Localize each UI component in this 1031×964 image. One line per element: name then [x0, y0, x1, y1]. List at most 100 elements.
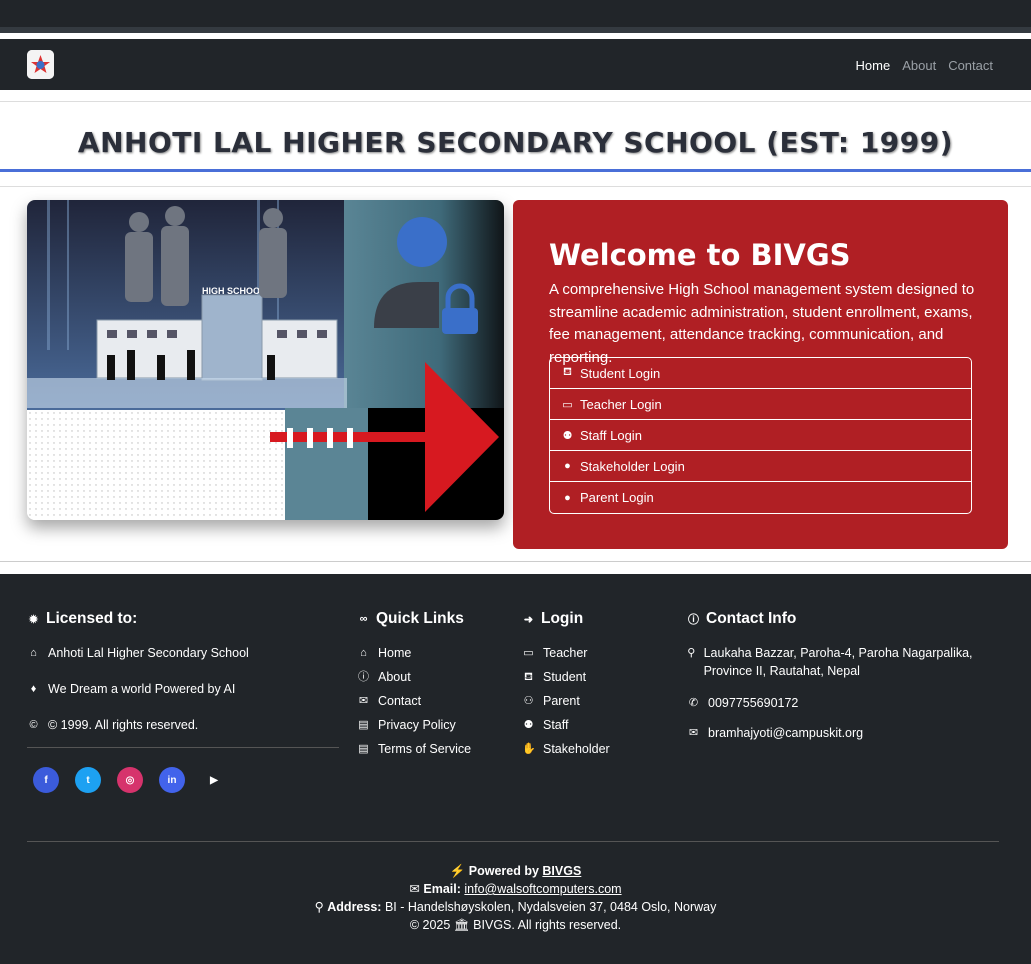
student-login-button[interactable]: ⛾ Student Login [550, 358, 971, 389]
footer-link-terms[interactable]: ▤ Terms of Service [357, 742, 471, 756]
licensed-tagline: We Dream a world Powered by AI [48, 682, 236, 696]
footer-login-staff[interactable]: ⚉ Staff [522, 718, 610, 732]
footer-link-about[interactable]: ⓘ About [357, 670, 471, 684]
lightbulb-icon: ♦ [30, 683, 37, 695]
social-links: f t ◎ in ▶ [33, 767, 227, 793]
contact-phone: 0097755690172 [708, 696, 799, 710]
chalkboard-teacher-icon: ▭ [523, 647, 534, 659]
welcome-panel: Welcome to BIVGS A comprehensive High Sc… [513, 200, 1008, 549]
login-heading: Login [541, 610, 584, 627]
envelope-icon: ✉ [358, 695, 369, 707]
footer-login-parent[interactable]: ⚇ Parent [522, 694, 610, 708]
university-icon: 🏛 [453, 918, 470, 932]
facebook-icon[interactable]: f [33, 767, 59, 793]
copyright-icon: © [29, 719, 38, 731]
home-icon: ⌂ [360, 647, 367, 659]
staff-login-button[interactable]: ⚉ Staff Login [550, 420, 971, 451]
chalkboard-teacher-icon: ▭ [562, 398, 573, 411]
nav-about[interactable]: About [902, 58, 936, 73]
contact-address: Laukaha Bazzar, Paroha-4, Paroha Nagarpa… [703, 646, 973, 678]
certificate-icon: ✹ [28, 613, 39, 626]
phone-icon: ✆ [688, 697, 699, 709]
map-marker-icon: ⚲ [687, 647, 696, 659]
users-icon: ⚉ [562, 429, 573, 442]
contact-email[interactable]: bramhajyoti@campuskit.org [708, 726, 863, 740]
powered-link[interactable]: BIVGS [542, 864, 581, 878]
licensed-copyright: © 1999. All rights reserved. [48, 718, 199, 732]
school-logo[interactable] [27, 50, 54, 79]
teacher-login-label: Teacher Login [580, 396, 662, 412]
footer-link-label: About [378, 670, 411, 684]
envelope-icon: ✉ [688, 727, 699, 739]
graduate-icon: ⛾ [563, 366, 572, 378]
login-list: ⛾ Student Login ▭ Teacher Login ⚉ Staff … [549, 357, 972, 514]
footer-divider [27, 747, 339, 748]
parent-login-button[interactable]: ● Parent Login [550, 482, 971, 513]
info-circle-icon: ⓘ [688, 614, 699, 626]
footer-login-label: Student [543, 670, 587, 684]
link-icon: ∞ [359, 613, 368, 625]
page-title: ANHOTI LAL HIGHER SECONDARY SCHOOL (EST:… [77, 126, 954, 159]
copyright-suffix: BIVGS. All rights reserved. [473, 918, 622, 932]
footer-link-label: Home [378, 646, 412, 660]
copyright-prefix: © 2025 [409, 918, 451, 932]
instagram-icon[interactable]: ◎ [117, 767, 143, 793]
footer-link-contact[interactable]: ✉ Contact [357, 694, 471, 708]
file-contract-icon: ▤ [358, 743, 369, 755]
footer-contact-column: ⓘ Contact Info ⚲ Laukaha Bazzar, Paroha-4,… [687, 610, 987, 756]
divider [0, 561, 1031, 562]
licensed-heading: Licensed to: [46, 610, 138, 627]
quick-links-heading: Quick Links [376, 610, 464, 627]
footer-licensed-column: ✹ Licensed to: ⌂ Anhoti Lal Higher Seconda… [27, 610, 249, 754]
footer-login-stakeholder[interactable]: ✋ Stakeholder [522, 742, 610, 756]
stakeholder-login-button[interactable]: ● Stakeholder Login [550, 451, 971, 482]
browser-top-strip [0, 0, 1031, 33]
envelope-icon: ✉ [409, 882, 420, 896]
twitter-icon[interactable]: t [75, 767, 101, 793]
footer-link-label: Contact [378, 694, 422, 708]
stakeholder-login-label: Stakeholder Login [580, 458, 685, 474]
footer-link-label: Terms of Service [378, 742, 472, 756]
welcome-text: A comprehensive High School management s… [549, 281, 975, 366]
title-underline [0, 169, 1031, 172]
licensed-school: Anhoti Lal Higher Secondary School [48, 646, 249, 660]
teacher-login-button[interactable]: ▭ Teacher Login [550, 389, 971, 420]
bolt-icon: ⚡ [449, 864, 466, 878]
staff-login-label: Staff Login [580, 427, 642, 443]
powered-label: Powered by [468, 864, 539, 878]
email-link[interactable]: info@walsoftcomputers.com [464, 882, 621, 896]
address-value: BI - Handelshøyskolen, Nydalsveien 37, 0… [384, 900, 717, 914]
parent-login-label: Parent Login [580, 490, 654, 505]
footer-login-label: Stakeholder [543, 742, 610, 756]
footer-link-label: Privacy Policy [378, 718, 456, 732]
footer-link-home[interactable]: ⌂ Home [357, 646, 471, 660]
info-icon: ⓘ [358, 671, 369, 683]
footer-bottom: ⚡ Powered by BIVGS ✉ Email: info@walsoft… [0, 862, 1031, 934]
email-label: Email: [423, 882, 461, 896]
handshake-icon: ✋ [522, 743, 536, 755]
users-icon: ⚉ [523, 719, 534, 731]
student-login-label: Student Login [580, 365, 661, 381]
nav-contact[interactable]: Contact [948, 58, 993, 73]
file-icon: ▤ [358, 719, 369, 731]
footer-quick-links-column: ∞ Quick Links ⌂ Home ⓘ About ✉ Contact ▤ Priv… [357, 610, 471, 766]
sign-in-icon: ➜ [523, 613, 534, 626]
linkedin-icon[interactable]: in [159, 767, 185, 793]
footer-link-privacy[interactable]: ▤ Privacy Policy [357, 718, 471, 732]
footer: ✹ Licensed to: ⌂ Anhoti Lal Higher Seconda… [0, 574, 1031, 964]
footer-login-label: Parent [543, 694, 580, 708]
address-label: Address: [327, 900, 382, 914]
nav-home[interactable]: Home [856, 58, 891, 73]
graduate-icon: ⛾ [524, 671, 533, 683]
footer-divider [27, 841, 999, 842]
map-marker-icon: ⚲ [314, 900, 324, 914]
welcome-heading: Welcome to BIVGS [549, 238, 851, 272]
youtube-icon[interactable]: ▶ [201, 767, 227, 793]
school-icon: ⌂ [30, 647, 37, 659]
hero-image: HIGH SCHOOL [27, 200, 504, 520]
user-icon: ● [564, 491, 571, 504]
footer-login-student[interactable]: ⛾ Student [522, 670, 610, 684]
footer-login-teacher[interactable]: ▭ Teacher [522, 646, 610, 660]
footer-login-label: Staff [543, 718, 569, 732]
user-friends-icon: ⚇ [523, 695, 534, 707]
